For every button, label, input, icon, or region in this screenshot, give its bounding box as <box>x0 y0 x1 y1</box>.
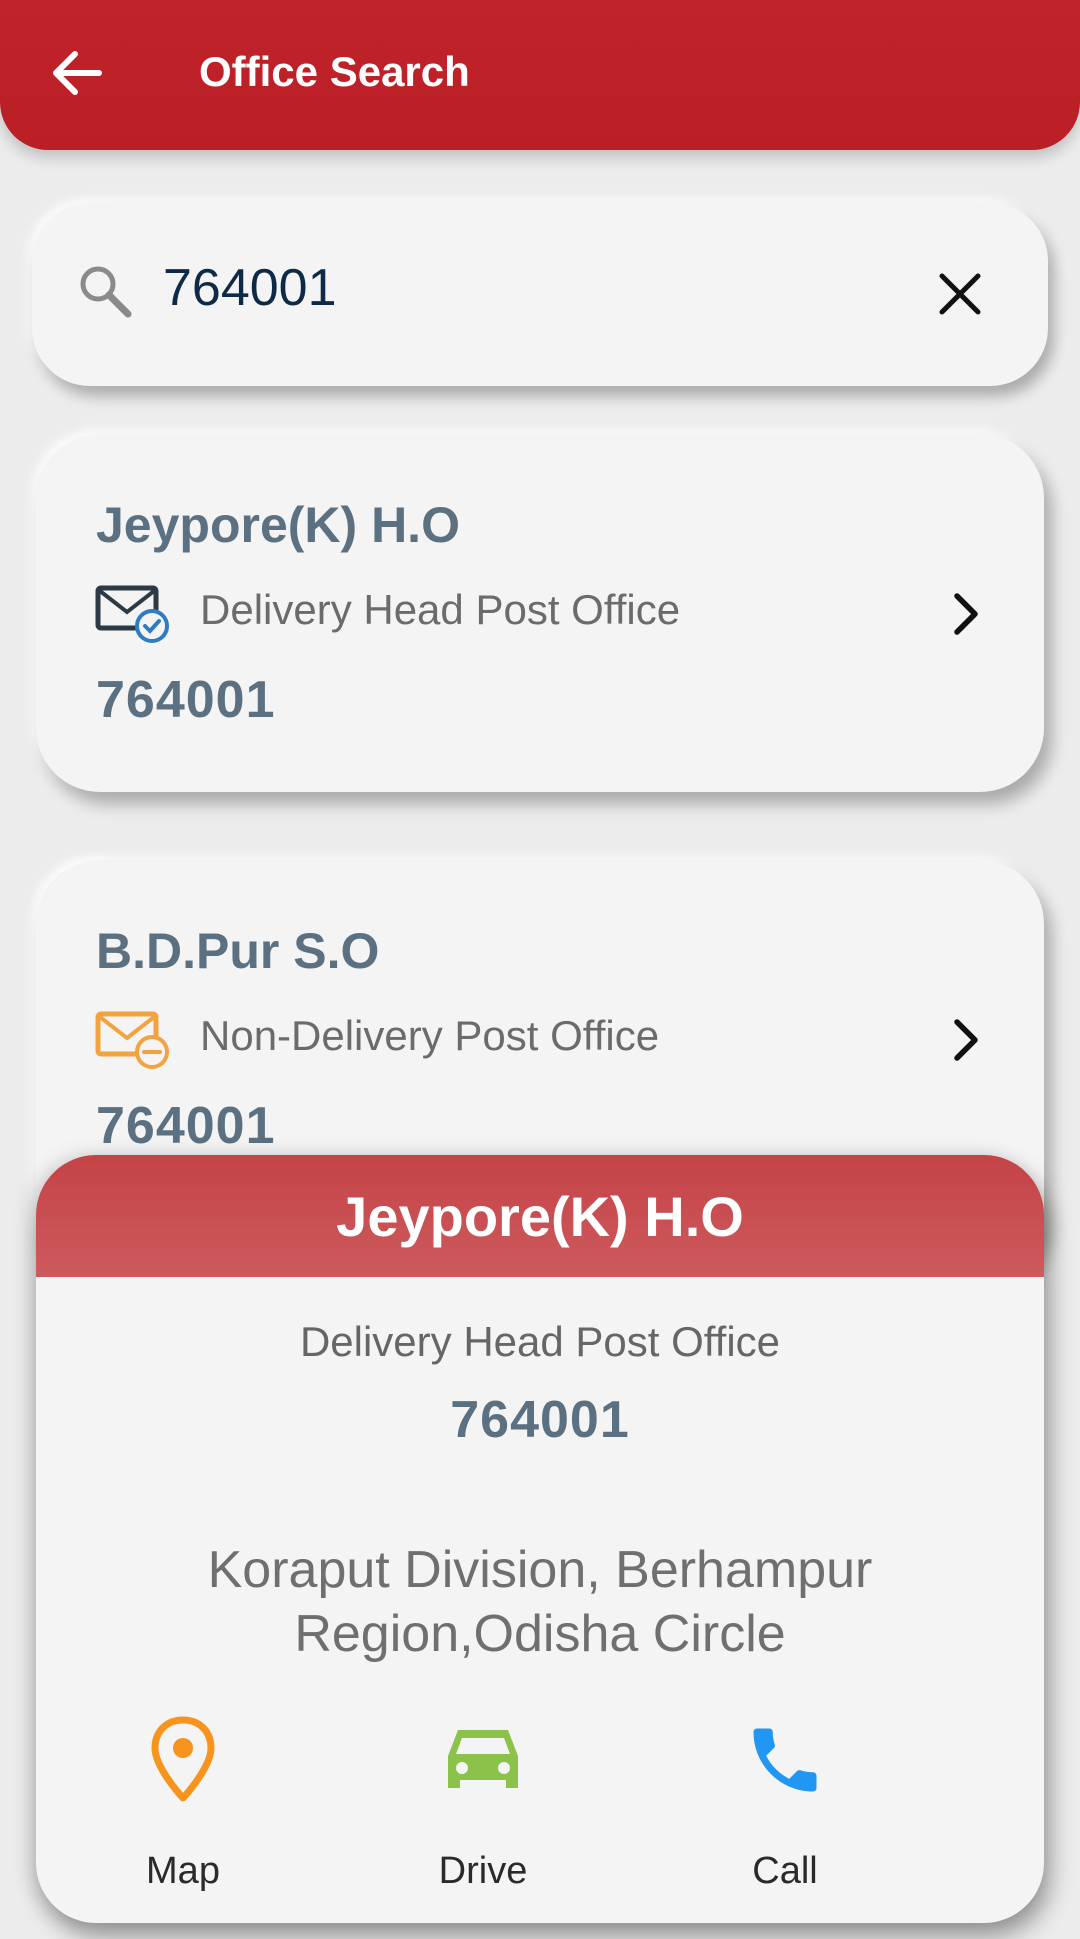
arrow-left-icon <box>53 51 102 95</box>
chevron-right-icon[interactable] <box>936 584 996 644</box>
chevron-right-icon[interactable] <box>936 1010 996 1070</box>
app-bar: Office Search <box>0 0 1080 150</box>
office-name: Jeypore(K) H.O <box>96 497 460 553</box>
drive-button[interactable]: Drive <box>393 1710 573 1900</box>
call-button[interactable]: Call <box>695 1710 875 1900</box>
search-input[interactable]: 764001 <box>163 258 337 318</box>
mail-minus-icon <box>95 1011 169 1069</box>
map-pin-icon <box>151 1716 215 1802</box>
office-type: Non-Delivery Post Office <box>200 1012 660 1059</box>
mail-check-icon <box>95 585 169 643</box>
office-type: Delivery Head Post Office <box>200 586 681 633</box>
map-label: Map <box>146 1850 220 1892</box>
call-label: Call <box>752 1850 818 1892</box>
close-icon <box>939 273 981 315</box>
drive-label: Drive <box>438 1850 528 1892</box>
clear-search-button[interactable] <box>928 262 992 326</box>
detail-type: Delivery Head Post Office <box>299 1318 781 1365</box>
detail-header: Jeypore(K) H.O <box>36 1155 1044 1277</box>
office-pincode: 764001 <box>96 1097 276 1155</box>
map-button[interactable]: Map <box>93 1710 273 1900</box>
search-icon <box>80 266 132 318</box>
phone-icon <box>753 1728 817 1792</box>
office-name: B.D.Pur S.O <box>96 923 380 979</box>
office-detail-sheet: Jeypore(K) H.O Delivery Head Post Office… <box>36 1155 1044 1923</box>
result-card[interactable]: Jeypore(K) H.O Delivery Head Post Office… <box>36 434 1044 792</box>
back-button[interactable] <box>40 36 114 110</box>
detail-address: Koraput Division, Berhampur Region,Odish… <box>207 1541 873 1663</box>
page-title: Office Search <box>199 48 470 95</box>
detail-title: Jeypore(K) H.O <box>336 1184 744 1248</box>
car-icon <box>448 1730 518 1788</box>
office-pincode: 764001 <box>96 671 276 729</box>
detail-pincode: 764001 <box>450 1391 630 1449</box>
